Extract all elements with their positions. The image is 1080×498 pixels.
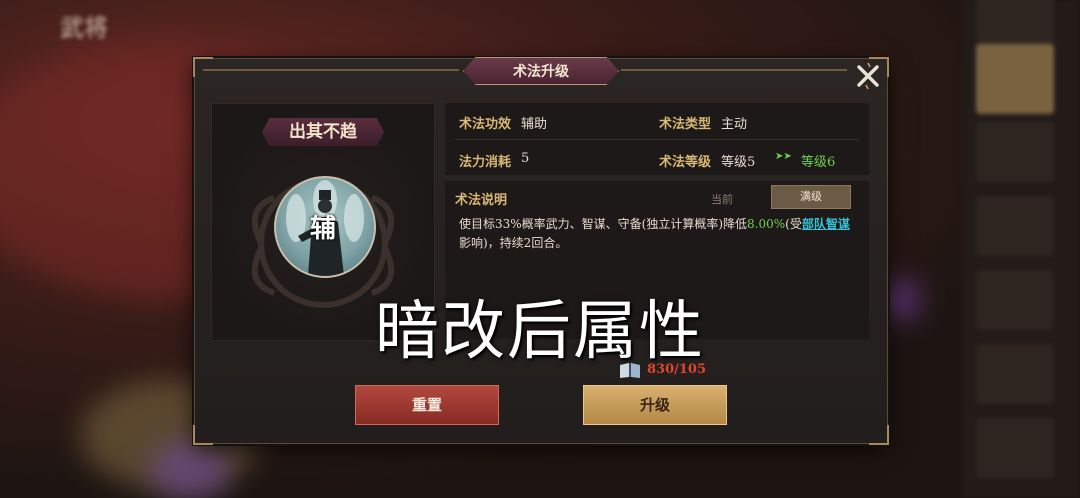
overlay-caption: 暗改后属性 xyxy=(375,295,705,369)
skill-portrait: 辅 xyxy=(274,176,376,278)
effect-label: 术法功效 xyxy=(459,117,512,132)
effect-value: 辅助 xyxy=(521,117,548,132)
effect-percent: 8.00% xyxy=(747,217,786,231)
dialog-title-plate: 术法升级 xyxy=(463,57,619,85)
level-next: 等级6 xyxy=(801,155,836,170)
close-x-icon xyxy=(857,62,879,90)
type-value: 主动 xyxy=(721,117,748,132)
description-text: 使目标33%概率武力、智谋、守备(独立计算概率)降低8.00%(受部队智谋影响)… xyxy=(459,217,850,250)
type-label: 术法类型 xyxy=(659,117,712,132)
link-troop[interactable]: 部队 xyxy=(802,217,826,231)
mana-value: 5 xyxy=(521,151,530,166)
dialog-title: 术法升级 xyxy=(513,64,569,80)
link-intellect[interactable]: 智谋 xyxy=(826,217,850,231)
right-nav-blurred xyxy=(962,0,1080,498)
level-label: 术法等级 xyxy=(659,155,712,170)
tab-current[interactable]: 当前 xyxy=(711,191,733,207)
level-current: 等级5 xyxy=(721,155,756,170)
level-arrow-icon: ➤➤ xyxy=(775,151,792,162)
role-badge: 辅 xyxy=(309,214,336,244)
reset-button[interactable]: 重置 xyxy=(355,385,499,425)
mana-label: 法力消耗 xyxy=(459,155,512,170)
skill-name: 出其不趋 xyxy=(262,118,384,146)
skill-info-panel: 术法功效 辅助 术法类型 主动 法力消耗 5 术法等级 等级5 ➤➤ 等级6 xyxy=(445,103,869,175)
upgrade-button[interactable]: 升级 xyxy=(583,385,727,425)
background-title: 武将 xyxy=(60,14,108,42)
skill-upgrade-dialog: 术法升级 出其不趋 辅 术法功效 辅助 术法类型 主动 法力消耗 5 术法等级 … xyxy=(193,57,889,445)
description-title: 术法说明 xyxy=(455,193,508,208)
close-button[interactable] xyxy=(853,61,883,91)
tab-max-level[interactable]: 满级 xyxy=(771,185,851,209)
